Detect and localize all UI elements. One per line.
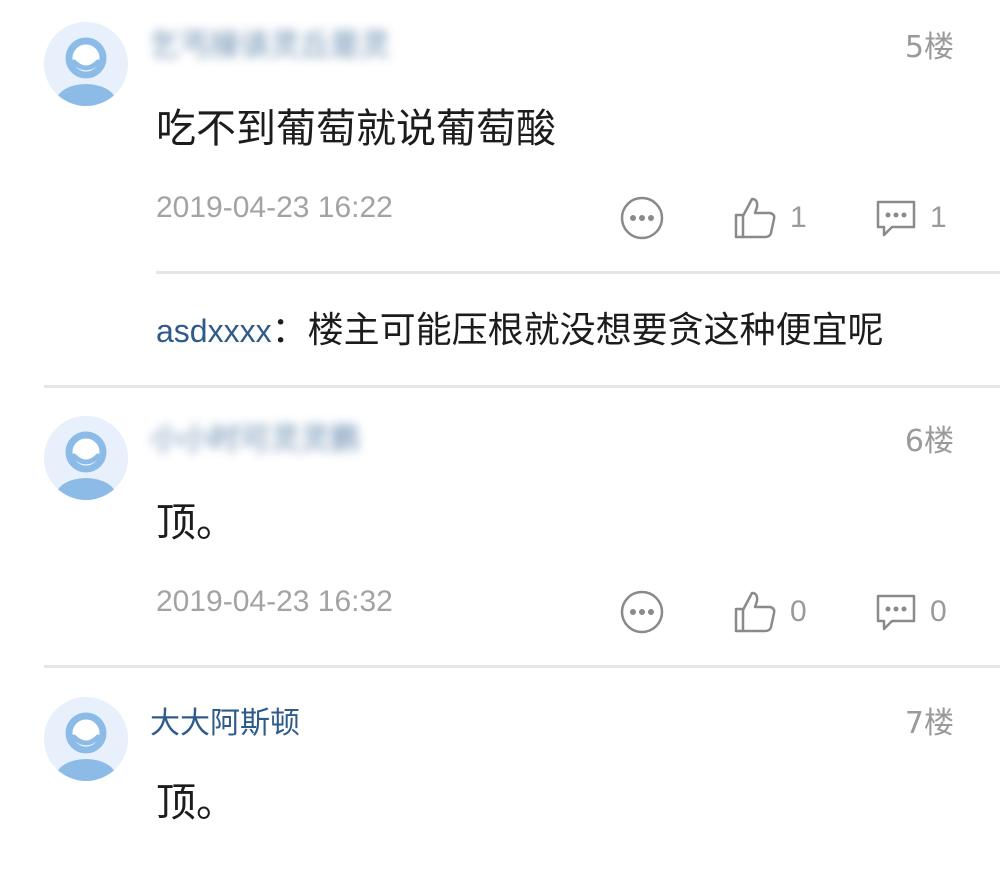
username[interactable]: 大大阿斯顿: [150, 704, 300, 744]
reply-username[interactable]: asdxxxx: [156, 313, 272, 349]
more-button[interactable]: [619, 193, 665, 243]
more-icon: [620, 590, 664, 634]
reply-separator: ：: [271, 310, 308, 351]
reply-button[interactable]: 1: [874, 193, 947, 243]
like-button[interactable]: 1: [732, 193, 807, 243]
like-count: 0: [790, 595, 807, 628]
comment-text: 吃不到葡萄就说葡萄酸: [156, 106, 556, 152]
comment-text: 顶。: [156, 500, 236, 546]
action-bar: 1 1: [0, 193, 1000, 243]
floor-number: 7楼: [904, 706, 954, 741]
avatar[interactable]: [44, 697, 128, 781]
reply-count: 0: [930, 595, 947, 628]
reply-button[interactable]: 0: [874, 587, 947, 637]
username[interactable]: 乞丐接该灵丘是灵: [150, 26, 390, 66]
default-avatar-icon: [44, 416, 128, 500]
comment-icon: [876, 200, 916, 237]
default-avatar-icon: [44, 22, 128, 106]
divider: [44, 665, 1000, 668]
thumb-up-icon: [734, 197, 776, 239]
divider: [156, 271, 1000, 274]
avatar[interactable]: [44, 22, 128, 106]
thumb-up-icon: [734, 591, 776, 633]
action-bar: 0 0: [0, 587, 1000, 637]
reply-text: 楼主可能压根就没想要贪这种便宜呢: [307, 310, 884, 351]
avatar[interactable]: [44, 416, 128, 500]
reply-count: 1: [930, 201, 947, 234]
default-avatar-icon: [44, 697, 128, 781]
reply-item[interactable]: asdxxxx：楼主可能压根就没想要贪这种便宜呢: [156, 306, 884, 356]
like-count: 1: [790, 201, 807, 234]
comment-icon: [876, 594, 916, 631]
comment-text: 顶。: [156, 780, 236, 826]
floor-number: 5楼: [904, 30, 954, 65]
divider: [44, 385, 1000, 388]
floor-number: 6楼: [904, 424, 954, 459]
more-icon: [620, 196, 664, 240]
like-button[interactable]: 0: [732, 587, 807, 637]
username[interactable]: 小小时可灵灵鹏: [150, 420, 360, 460]
more-button[interactable]: [619, 587, 665, 637]
